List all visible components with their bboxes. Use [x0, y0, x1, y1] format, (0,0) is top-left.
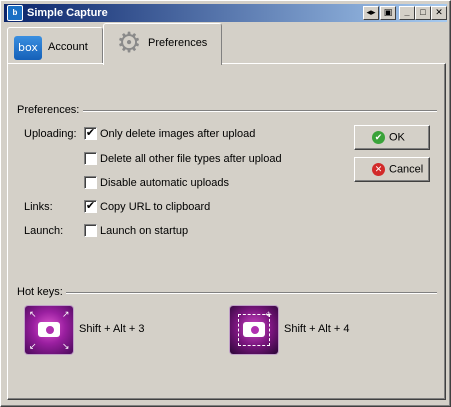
- tab-preferences[interactable]: ⚙ Preferences: [103, 23, 222, 65]
- ok-button[interactable]: ✔ OK: [354, 125, 430, 150]
- maximize-button[interactable]: □: [415, 6, 431, 20]
- cancel-x-icon: ✕: [372, 163, 385, 176]
- copy-url-label[interactable]: Copy URL to clipboard: [100, 201, 210, 213]
- hotkey-fullscreen-label: Shift + Alt + 3: [79, 323, 145, 335]
- ok-button-label: OK: [389, 131, 405, 144]
- pin-button[interactable]: ◂▸: [363, 6, 379, 20]
- corner-arrow-icon: ↙: [29, 341, 37, 351]
- tab-account-label: Account: [48, 41, 88, 53]
- app-window: b Simple Capture ◂▸ ▣ _ □ ✕ box Account …: [0, 0, 451, 407]
- minimize-button[interactable]: _: [399, 6, 415, 20]
- cancel-button[interactable]: ✕ Cancel: [354, 157, 430, 182]
- corner-arrow-icon: ↗: [62, 309, 70, 319]
- ok-button-content: ✔ OK: [372, 131, 422, 144]
- tab-strip: box Account ⚙ Preferences: [7, 23, 447, 65]
- disable-auto-uploads-checkbox[interactable]: [84, 176, 97, 189]
- preferences-panel: Preferences: Uploading: ✔ Only delete im…: [7, 63, 446, 400]
- close-button[interactable]: ✕: [431, 6, 447, 20]
- launch-on-startup-label[interactable]: Launch on startup: [100, 225, 188, 237]
- title-bar[interactable]: b Simple Capture ◂▸ ▣ _ □ ✕: [4, 4, 447, 22]
- camera-icon: [38, 322, 60, 337]
- box-app-icon[interactable]: b: [7, 5, 23, 21]
- corner-arrow-icon: ↖: [29, 309, 37, 319]
- hotkeys-separator: [66, 292, 437, 294]
- delete-other-files-label[interactable]: Delete all other file types after upload: [100, 153, 282, 165]
- corner-arrow-icon: ↘: [62, 341, 70, 351]
- gear-icon: ⚙: [116, 27, 142, 58]
- region-capture-icon: ⌖: [230, 306, 278, 354]
- only-delete-images-checkbox[interactable]: ✔: [84, 127, 97, 140]
- preferences-section-label: Preferences:: [17, 104, 80, 116]
- delete-other-files-checkbox[interactable]: [84, 152, 97, 165]
- only-delete-images-label[interactable]: Only delete images after upload: [100, 128, 255, 140]
- camera-icon: [243, 322, 265, 337]
- hotkeys-section-label: Hot keys:: [17, 286, 63, 298]
- uploading-label: Uploading:: [24, 128, 77, 140]
- launch-label: Launch:: [24, 225, 64, 237]
- launch-on-startup-checkbox[interactable]: [84, 224, 97, 237]
- crosshair-icon: ⌖: [265, 307, 272, 321]
- cancel-button-label: Cancel: [389, 163, 424, 176]
- preferences-separator: [83, 110, 437, 112]
- box-logo-icon: box: [14, 36, 42, 60]
- tab-account[interactable]: box Account: [7, 27, 103, 64]
- restore-button[interactable]: ▣: [380, 6, 396, 20]
- check-icon: ✔: [372, 131, 385, 144]
- disable-auto-uploads-label[interactable]: Disable automatic uploads: [100, 177, 229, 189]
- hotkey-region-label: Shift + Alt + 4: [284, 323, 350, 335]
- fullscreen-capture-icon: ↖ ↗ ↙ ↘: [25, 306, 73, 354]
- tab-preferences-label: Preferences: [148, 37, 208, 49]
- copy-url-checkbox[interactable]: ✔: [84, 200, 97, 213]
- links-label: Links:: [24, 201, 53, 213]
- window-title: Simple Capture: [27, 7, 108, 19]
- cancel-button-content: ✕ Cancel: [372, 163, 424, 176]
